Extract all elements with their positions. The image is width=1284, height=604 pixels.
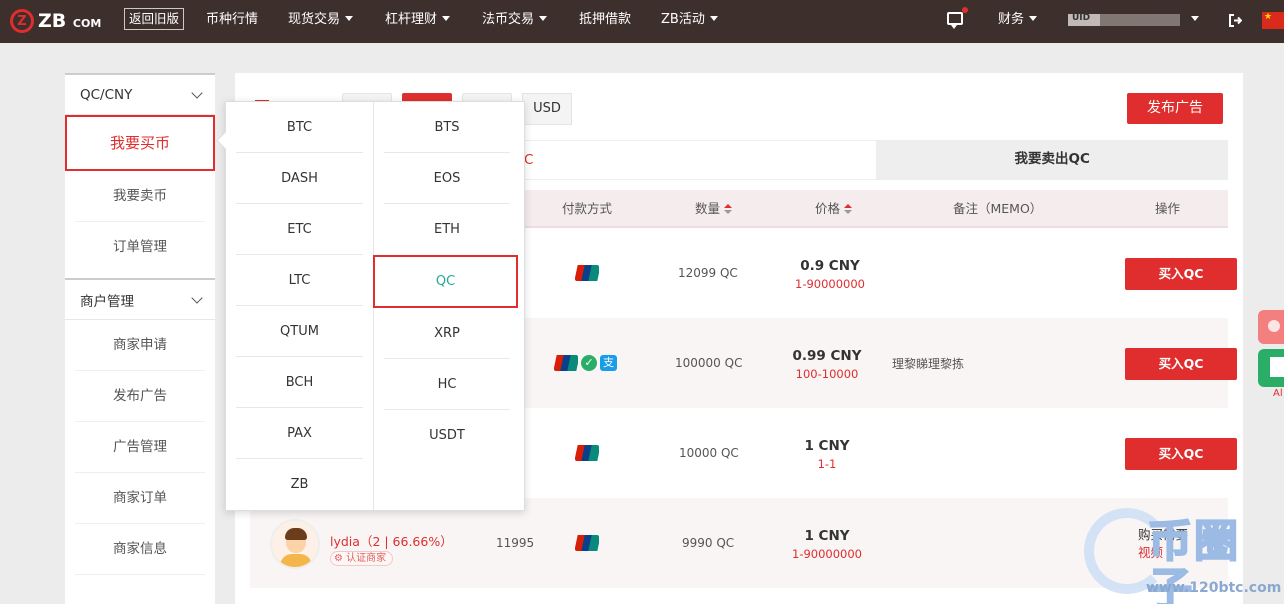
sidebar-item-buy[interactable]: 我要买币 xyxy=(65,115,215,171)
sidebar-item-merchant-info[interactable]: 商家信息 xyxy=(75,524,205,575)
coin-option-bts[interactable]: BTS xyxy=(384,102,510,153)
buy-qc-button[interactable]: 买入QC xyxy=(1125,438,1237,470)
table-row: lydia（2 | 66.66%） ⚙ 认证商家 11995 9990 QC 1… xyxy=(250,498,1228,588)
coin-option-eos[interactable]: EOS xyxy=(384,153,510,204)
caret-down-icon xyxy=(1029,16,1038,21)
sort-icon xyxy=(724,204,733,214)
nav-spot-trading[interactable]: 现货交易 xyxy=(288,0,354,43)
china-flag-icon[interactable] xyxy=(1262,12,1284,29)
nav-collateral-loan[interactable]: 抵押借款 xyxy=(579,0,631,43)
caret-down-icon xyxy=(442,16,451,21)
coin-option-btc[interactable]: BTC xyxy=(236,102,363,153)
float-label: Al xyxy=(1273,388,1283,399)
sidebar-item-publish-ad[interactable]: 发布广告 xyxy=(75,371,205,422)
nav-market[interactable]: 币种行情 xyxy=(206,0,258,43)
header-pay-method: 付款方式 xyxy=(562,201,613,216)
logo-text: ZB xyxy=(38,10,67,32)
coin-option-qtum[interactable]: QTUM xyxy=(236,306,363,357)
caret-down-icon xyxy=(709,16,718,21)
pay-methods xyxy=(575,265,602,281)
old-version-button[interactable]: 返回旧版 xyxy=(124,8,185,30)
unionpay-icon xyxy=(575,445,599,461)
trade-count: 11995 xyxy=(496,536,535,550)
sidebar-item-merchant-orders[interactable]: 商家订单 xyxy=(75,473,205,524)
header-amount[interactable]: 数量 xyxy=(695,190,733,227)
nav-zb-activity[interactable]: ZB活动 xyxy=(661,0,718,43)
price: 0.9 CNY 1-90000000 xyxy=(795,258,865,291)
caret-down-icon xyxy=(539,16,548,21)
tab-sell-qc[interactable]: 我要卖出QC xyxy=(876,140,1228,180)
coin-option-xrp[interactable]: XRP xyxy=(384,308,510,359)
chevron-down-icon xyxy=(191,86,203,99)
coin-option-eth[interactable]: ETH xyxy=(384,204,510,255)
sidebar: QC/CNY 我要买币 我要卖币 订单管理 商户管理 商家申请 发布广告 广告管… xyxy=(65,73,215,604)
memo: 理黎睇理黎拣 xyxy=(892,357,965,371)
coin-option-bch[interactable]: BCH xyxy=(236,357,363,408)
sidebar-section-merchant[interactable]: 商户管理 xyxy=(65,278,215,320)
header-price[interactable]: 价格 xyxy=(815,190,853,227)
chevron-down-icon xyxy=(191,291,203,304)
buy-qc-button[interactable]: 买入QC xyxy=(1125,258,1237,290)
coin-option-ltc[interactable]: LTC xyxy=(236,255,363,306)
caret-down-icon xyxy=(1191,16,1199,21)
merchant-avatar[interactable] xyxy=(270,519,320,569)
alipay-icon: 支 xyxy=(600,355,617,371)
watermark-url: www.120btc.com xyxy=(1146,580,1282,596)
amount: 10000 QC xyxy=(679,446,739,460)
sidebar-section-qc-cny[interactable]: QC/CNY xyxy=(65,73,215,115)
nav-fiat-trading[interactable]: 法币交易 xyxy=(482,0,548,43)
coin-option-usdt[interactable]: USDT xyxy=(384,410,510,461)
user-menu-caret[interactable] xyxy=(1186,0,1199,43)
sidebar-item-orders[interactable]: 订单管理 xyxy=(75,222,205,278)
amount: 12099 QC xyxy=(678,266,738,280)
header-memo: 备注（MEMO） xyxy=(953,201,1043,216)
coin-option-qc-selected[interactable]: QC xyxy=(373,255,518,308)
currency-tab-usd[interactable]: USD xyxy=(522,93,572,125)
unionpay-icon xyxy=(575,265,599,281)
pay-methods xyxy=(575,445,602,461)
coin-option-zb[interactable]: ZB xyxy=(236,459,363,510)
coin-list-left: BTC DASH ETC LTC QTUM BCH PAX ZB xyxy=(226,102,373,510)
price: 1 CNY 1-1 xyxy=(804,438,850,471)
nav-finance[interactable]: 财务 xyxy=(998,0,1038,43)
pay-methods xyxy=(575,535,602,551)
sort-icon xyxy=(844,204,853,214)
logout-icon[interactable] xyxy=(1229,14,1242,27)
customer-service-icon[interactable] xyxy=(1258,310,1284,344)
publish-ad-button[interactable]: 发布广告 xyxy=(1127,93,1223,124)
coin-option-hc[interactable]: HC xyxy=(384,359,510,410)
qr-code-icon[interactable] xyxy=(1258,349,1284,387)
message-icon[interactable] xyxy=(947,7,968,29)
price: 1 CNY 1-90000000 xyxy=(792,528,862,561)
coin-option-pax[interactable]: PAX xyxy=(236,408,363,459)
unionpay-icon xyxy=(554,355,578,371)
wechat-pay-icon: ✓ xyxy=(581,355,597,371)
user-account-menu[interactable]: UID xyxy=(1068,13,1180,26)
zb-logo[interactable]: Z ZB COM xyxy=(10,8,101,34)
sidebar-item-sell[interactable]: 我要卖币 xyxy=(75,171,205,222)
buy-qc-button[interactable]: 买入QC xyxy=(1125,348,1237,380)
header-action: 操作 xyxy=(1155,201,1181,216)
caret-down-icon xyxy=(345,16,354,21)
coin-option-dash[interactable]: DASH xyxy=(236,153,363,204)
sidebar-item-merchant-apply[interactable]: 商家申请 xyxy=(75,320,205,371)
sidebar-item-ad-manage[interactable]: 广告管理 xyxy=(75,422,205,473)
coin-list-right: BTS EOS ETH QC XRP HC USDT xyxy=(373,102,520,510)
amount: 100000 QC xyxy=(675,356,743,370)
price: 0.99 CNY 100-10000 xyxy=(792,348,862,381)
coin-option-etc[interactable]: ETC xyxy=(236,204,363,255)
amount: 9990 QC xyxy=(682,536,735,550)
badge-gear-icon: ⚙ xyxy=(334,553,343,564)
watermark: 币圈子 www.120btc.com xyxy=(1084,500,1284,604)
logo-suffix: COM xyxy=(72,17,102,30)
top-navbar: Z ZB COM 返回旧版 币种行情 现货交易 杠杆理财 法币交易 抵押借款 Z… xyxy=(0,0,1284,43)
pay-methods: ✓ 支 xyxy=(554,355,617,371)
zb-logo-icon: Z xyxy=(10,9,34,33)
notification-dot xyxy=(962,7,968,13)
verified-merchant-badge: ⚙ 认证商家 xyxy=(330,550,394,566)
merchant-name[interactable]: lydia（2 | 66.66%） xyxy=(330,531,453,550)
nav-margin[interactable]: 杠杆理财 xyxy=(385,0,451,43)
coin-dropdown: BTC DASH ETC LTC QTUM BCH PAX ZB BTS EOS… xyxy=(225,101,525,511)
unionpay-icon xyxy=(575,535,599,551)
